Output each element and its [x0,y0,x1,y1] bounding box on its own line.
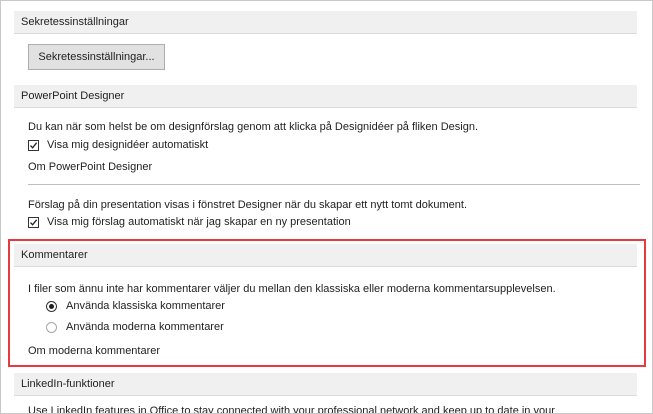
about-designer-link[interactable]: Om PowerPoint Designer [28,160,152,174]
comments-highlight-box [8,239,646,367]
designer-section-header: PowerPoint Designer [14,85,637,108]
designer-auto-show-label[interactable]: Visa mig designidéer automatiskt [47,138,208,152]
checkmark-icon [30,142,38,149]
checkmark-icon [30,219,38,226]
privacy-settings-button[interactable]: Sekretessinställningar... [28,44,165,70]
linkedin-section-header: LinkedIn-funktioner [14,373,637,396]
new-presentation-description: Förslag på din presentation visas i föns… [28,199,468,211]
new-presentation-label[interactable]: Visa mig förslag automatiskt när jag ska… [47,215,351,229]
designer-auto-show-checkbox[interactable] [28,140,39,151]
designer-description: Du kan när som helst be om designförslag… [28,121,479,133]
privacy-section-header: Sekretessinställningar [14,11,637,34]
section-divider [28,184,640,185]
linkedin-description: Use LinkedIn features in Office to stay … [28,405,555,414]
new-presentation-checkbox[interactable] [28,217,39,228]
options-panel: Sekretessinställningar Sekretessinställn… [0,0,653,414]
